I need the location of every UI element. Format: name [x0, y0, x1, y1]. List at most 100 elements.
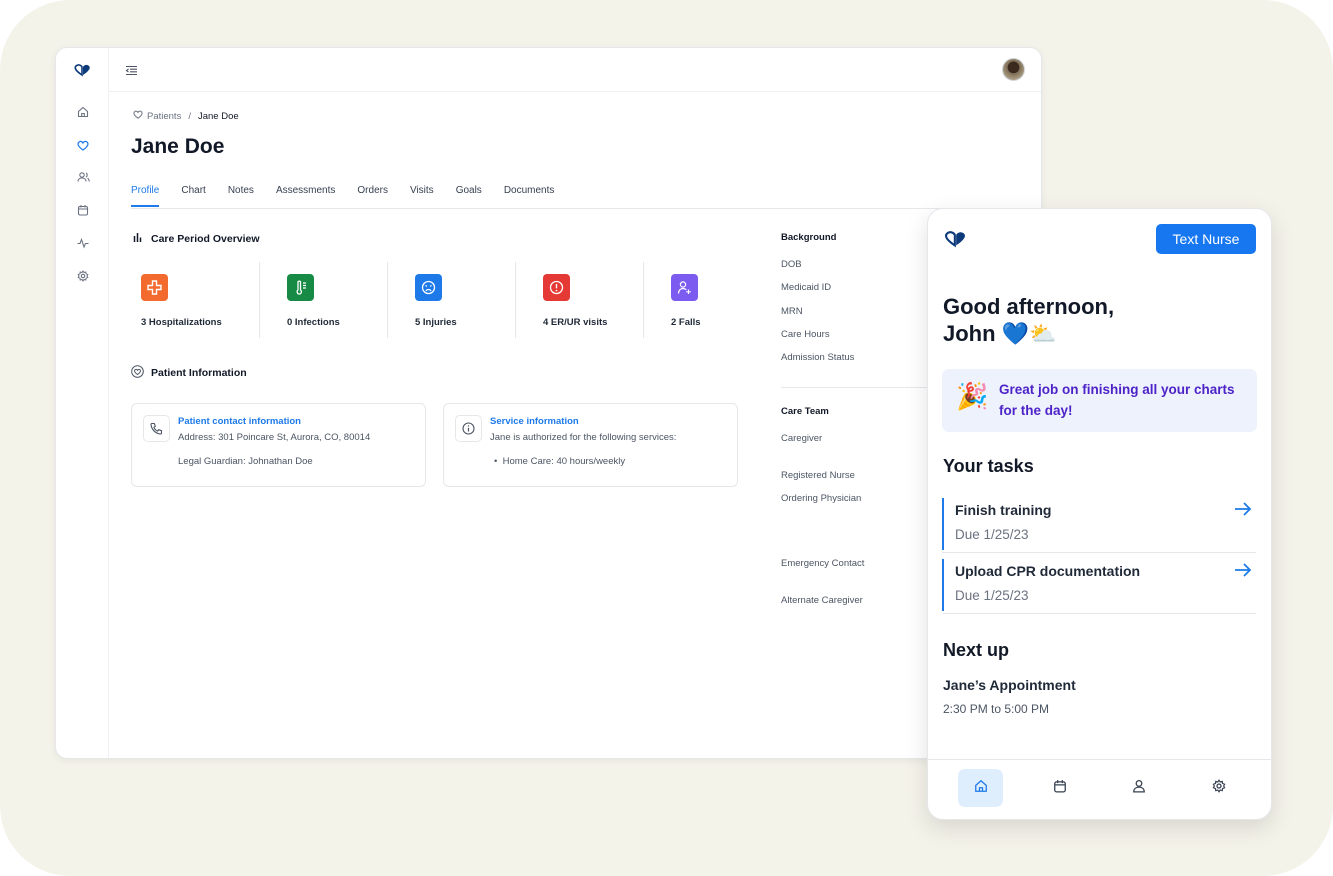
nav-home[interactable] [958, 769, 1003, 807]
tab-assessments[interactable]: Assessments [276, 185, 335, 207]
stat-label: 3 Hospitalizations [141, 317, 222, 328]
service-card-title[interactable]: Service information [490, 416, 579, 427]
field-admission-status: Admission Status [781, 352, 855, 363]
tab-bar: Profile Chart Notes Assessments Orders V… [131, 185, 576, 207]
logo-icon[interactable] [944, 231, 967, 253]
side-divider [781, 387, 931, 388]
appointment-time: 2:30 PM to 5:00 PM [943, 702, 1050, 716]
background-heading: Background [781, 232, 837, 243]
breadcrumb-separator: / [188, 110, 191, 122]
heart-outline-icon [133, 110, 143, 122]
home-icon [974, 779, 988, 798]
desktop-window: Patients / Jane Doe Jane Doe Profile Cha… [55, 47, 1042, 759]
greeting-line-2: John 💙⛅ [943, 321, 1057, 346]
avatar[interactable] [1002, 58, 1025, 81]
service-item-text: Home Care: 40 hours/weekly [502, 456, 626, 467]
breadcrumb-current: Jane Doe [197, 110, 239, 122]
task-divider [942, 613, 1256, 614]
field-emergency-contact: Emergency Contact [781, 558, 865, 569]
care-period-title: Care Period Overview [151, 232, 260, 245]
settings-icon [1212, 778, 1226, 798]
settings-icon[interactable] [76, 269, 90, 283]
greeting: Good afternoon, John 💙⛅ [943, 293, 1114, 347]
field-caregiver: Caregiver [781, 433, 823, 444]
tab-documents[interactable]: Documents [504, 185, 555, 207]
sad-face-icon [415, 274, 442, 301]
appointment-title[interactable]: Jane’s Appointment [943, 677, 1076, 693]
arrow-right-icon[interactable] [1234, 562, 1252, 583]
tabs-divider [131, 208, 1041, 209]
tab-visits[interactable]: Visits [410, 185, 434, 207]
service-info-card: Service information Jane is authorized f… [443, 403, 738, 487]
tab-profile[interactable]: Profile [131, 185, 160, 207]
breadcrumb-patients[interactable]: Patients [147, 111, 181, 122]
field-medicaid-id: Medicaid ID [781, 282, 832, 293]
nav-calendar[interactable] [1037, 769, 1082, 807]
bottom-nav [928, 759, 1271, 819]
calendar-icon[interactable] [76, 203, 90, 217]
bar-chart-icon [133, 232, 144, 245]
patient-info-heading: Patient Information [131, 365, 247, 381]
nav-profile[interactable] [1116, 769, 1161, 807]
greeting-line-1: Good afternoon, [943, 294, 1115, 319]
user-icon [1132, 779, 1146, 798]
phone-icon [143, 415, 170, 442]
text-nurse-button[interactable]: Text Nurse [1156, 224, 1256, 254]
contact-card-title[interactable]: Patient contact information [178, 416, 301, 427]
service-list-item: • Home Care: 40 hours/weekly [494, 456, 625, 467]
patient-info-title: Patient Information [151, 367, 247, 379]
stat-injuries: 5 Injuries [387, 262, 515, 338]
tasks-heading: Your tasks [943, 456, 1034, 476]
care-period-heading: Care Period Overview [133, 232, 260, 245]
party-popper-icon: 🎉 [956, 381, 989, 411]
calendar-icon [1053, 779, 1067, 798]
stat-label: 4 ER/UR visits [543, 317, 608, 328]
next-up-heading: Next up [943, 640, 1010, 660]
field-registered-nurse: Registered Nurse [781, 470, 855, 481]
field-alternate-caregiver: Alternate Caregiver [781, 595, 863, 606]
home-icon[interactable] [76, 105, 90, 119]
heart-circle-icon [131, 365, 144, 381]
tab-chart[interactable]: Chart [181, 185, 205, 207]
contact-guardian: Legal Guardian: Johnathan Doe [178, 456, 313, 467]
menu-collapse-icon[interactable] [125, 63, 139, 77]
contact-address: Address: 301 Poincare St, Aurora, CO, 80… [178, 432, 371, 443]
plus-cross-icon [141, 274, 168, 301]
sidebar-rail [56, 48, 109, 758]
stat-er-visits: 4 ER/UR visits [515, 262, 643, 338]
top-bar [109, 48, 1041, 92]
task-title: Upload CPR documentation [955, 563, 1141, 579]
arrow-right-icon[interactable] [1234, 501, 1252, 522]
logo-icon[interactable] [74, 64, 91, 82]
bullet: • [494, 456, 503, 467]
stat-infections: 0 Infections [259, 262, 387, 338]
stat-label: 0 Infections [287, 317, 340, 328]
heart-icon[interactable] [76, 138, 90, 152]
tab-orders[interactable]: Orders [357, 185, 388, 207]
task-item[interactable]: Finish training Due 1/25/23 [942, 498, 1256, 550]
nav-settings[interactable] [1196, 769, 1241, 807]
stat-label: 2 Falls [671, 317, 701, 328]
alert-circle-icon [543, 274, 570, 301]
field-dob: DOB [781, 259, 802, 270]
background-canvas: Patients / Jane Doe Jane Doe Profile Cha… [0, 0, 1333, 876]
mobile-window: Text Nurse Good afternoon, John 💙⛅ 🎉 Gre… [927, 208, 1272, 820]
breadcrumb: Patients / Jane Doe [133, 110, 239, 122]
care-team-heading: Care Team [781, 406, 829, 417]
thermometer-icon [287, 274, 314, 301]
field-ordering-physician: Ordering Physician [781, 493, 862, 504]
field-care-hours: Care Hours [781, 329, 830, 340]
task-item[interactable]: Upload CPR documentation Due 1/25/23 [942, 559, 1256, 611]
stat-hospitalizations: 3 Hospitalizations [131, 262, 259, 338]
task-title: Finish training [955, 502, 1052, 518]
care-period-stats: 3 Hospitalizations 0 Infections 5 Injuri… [131, 262, 771, 338]
tab-notes[interactable]: Notes [228, 185, 254, 207]
stat-falls: 2 Falls [643, 262, 771, 338]
field-mrn: MRN [781, 306, 803, 317]
activity-icon[interactable] [76, 236, 90, 250]
task-due: Due 1/25/23 [955, 588, 1029, 603]
page-title: Jane Doe [131, 135, 225, 158]
users-icon[interactable] [76, 170, 90, 184]
tab-goals[interactable]: Goals [456, 185, 482, 207]
service-description: Jane is authorized for the following ser… [490, 432, 677, 443]
